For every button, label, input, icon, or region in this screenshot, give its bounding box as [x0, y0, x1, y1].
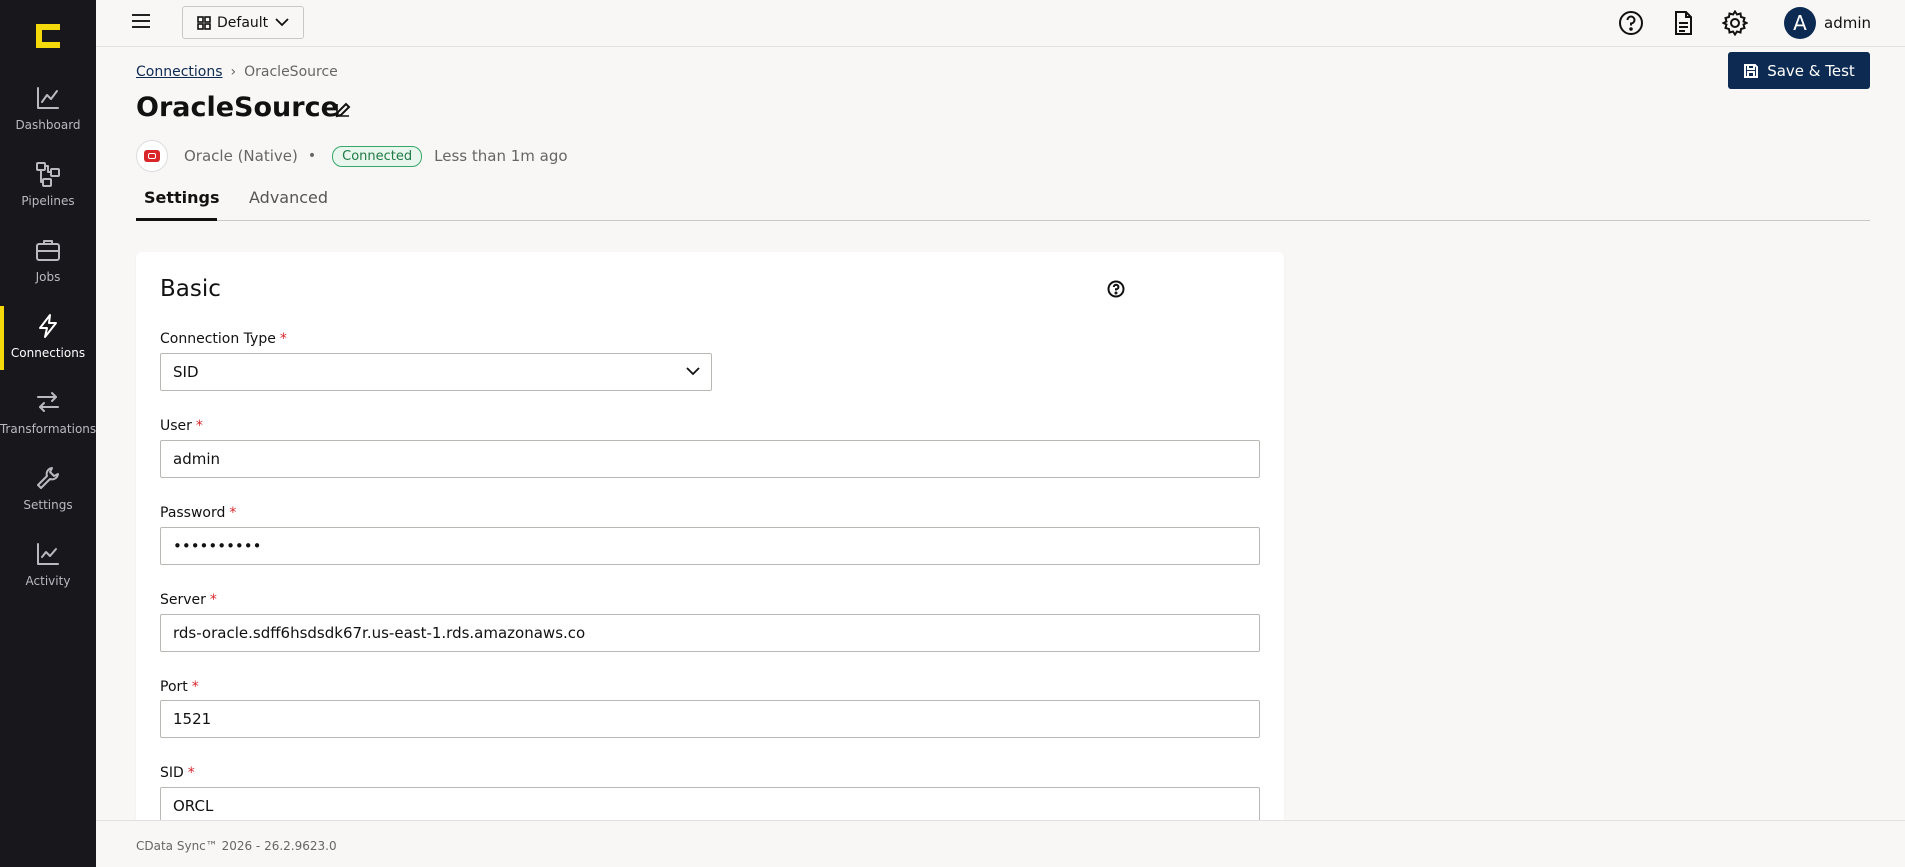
server-label-text: Server: [160, 592, 206, 608]
pipeline-nodes-icon: [36, 162, 60, 187]
breadcrumb-separator-icon: ›: [230, 64, 237, 80]
connection-type-value: SID: [173, 363, 199, 381]
sidebar-item-pipelines[interactable]: Pipelines: [0, 154, 96, 218]
sidebar-item-label: Activity: [25, 574, 71, 588]
connection-type-select[interactable]: SID: [160, 353, 712, 391]
chevron-down-icon: [686, 367, 700, 376]
briefcase-icon: [36, 240, 60, 261]
sidebar-item-label: Jobs: [35, 270, 61, 284]
card-title: Basic: [160, 276, 221, 302]
sidebar-item-jobs[interactable]: Jobs: [0, 230, 96, 294]
sidebar-item-settings[interactable]: Settings: [0, 458, 96, 522]
sidebar-item-label: Settings: [23, 498, 73, 512]
sidebar-item-transformations[interactable]: Transformations: [0, 382, 96, 446]
sidebar-item-label: Connections: [10, 346, 86, 360]
oracle-logo-icon: [136, 140, 168, 172]
driver-name: Oracle (Native): [184, 147, 298, 165]
required-asterisk: *: [229, 505, 237, 521]
gear-icon[interactable]: [1721, 9, 1749, 37]
breadcrumb-current: OracleSource: [244, 64, 338, 80]
required-asterisk: *: [191, 679, 199, 695]
required-asterisk: *: [209, 592, 217, 608]
save-disk-icon: [1744, 63, 1759, 78]
required-asterisk: *: [187, 765, 195, 781]
separator-dot: •: [307, 148, 317, 164]
arrows-swap-icon: [37, 392, 59, 412]
user-label: User *: [160, 418, 203, 434]
required-asterisk: *: [279, 331, 287, 347]
lightning-icon: [39, 314, 57, 338]
save-and-test-label: Save & Test: [1767, 61, 1855, 80]
hamburger-menu-icon[interactable]: [132, 14, 150, 30]
tab-settings[interactable]: Settings: [136, 188, 220, 221]
sidebar-item-activity[interactable]: Activity: [0, 534, 96, 598]
sidebar-item-label: Pipelines: [21, 194, 75, 208]
dashboard-select[interactable]: Default: [182, 6, 304, 39]
connection-type-label-text: Connection Type: [160, 331, 276, 347]
sidebar-item-label: Transformations: [0, 422, 97, 436]
card-help-icon[interactable]: [1107, 280, 1125, 298]
sidebar-item-dashboard[interactable]: Dashboard: [0, 78, 96, 142]
footer: CData Sync™ 2026 - 26.2.9623.0: [96, 820, 1905, 867]
activity-chart-icon: [37, 543, 59, 565]
connection-type-label: Connection Type *: [160, 331, 287, 347]
edit-pencil-icon[interactable]: [334, 101, 352, 119]
document-icon[interactable]: [1670, 10, 1696, 36]
server-input[interactable]: [160, 614, 1260, 652]
save-and-test-button[interactable]: Save & Test: [1728, 52, 1870, 89]
sidebar-item-label: Dashboard: [15, 118, 81, 132]
help-icon[interactable]: [1618, 10, 1644, 36]
last-tested-timestamp: Less than 1m ago: [434, 147, 568, 165]
chevron-down-icon: [275, 18, 289, 27]
top-bar: Default A admin: [96, 0, 1905, 47]
connection-meta-row: Oracle (Native) • Connected Less than 1m…: [136, 140, 568, 172]
chart-line-icon: [37, 87, 59, 109]
user-label-text: User: [160, 418, 192, 434]
tab-advanced[interactable]: Advanced: [241, 188, 336, 221]
dashboard-select-value: Default: [217, 14, 269, 31]
grid-icon: [197, 15, 211, 30]
password-input[interactable]: [160, 527, 1260, 565]
username-label[interactable]: admin: [1824, 14, 1871, 32]
server-label: Server *: [160, 592, 217, 608]
page-title: OracleSource: [136, 92, 339, 123]
cdata-logo-icon[interactable]: [34, 22, 62, 50]
breadcrumb-link-connections[interactable]: Connections: [136, 64, 223, 80]
wrench-icon: [37, 467, 59, 489]
version-text: CData Sync™ 2026 - 26.2.9623.0: [136, 839, 337, 853]
tab-bar: Settings Advanced: [136, 188, 1870, 221]
password-label: Password *: [160, 505, 236, 521]
user-input[interactable]: [160, 440, 1260, 478]
port-input[interactable]: [160, 700, 1260, 738]
breadcrumb: Connections › OracleSource: [136, 64, 338, 80]
port-label: Port *: [160, 679, 199, 695]
status-badge: Connected: [332, 145, 423, 167]
sid-label: SID *: [160, 765, 195, 781]
password-label-text: Password: [160, 505, 226, 521]
sid-label-text: SID: [160, 765, 184, 781]
sidebar: Dashboard Pipelines Jobs Connections Tra…: [0, 0, 96, 867]
avatar[interactable]: A: [1784, 7, 1816, 39]
sidebar-item-connections[interactable]: Connections: [0, 306, 96, 370]
port-label-text: Port: [160, 679, 188, 695]
required-asterisk: *: [195, 418, 203, 434]
